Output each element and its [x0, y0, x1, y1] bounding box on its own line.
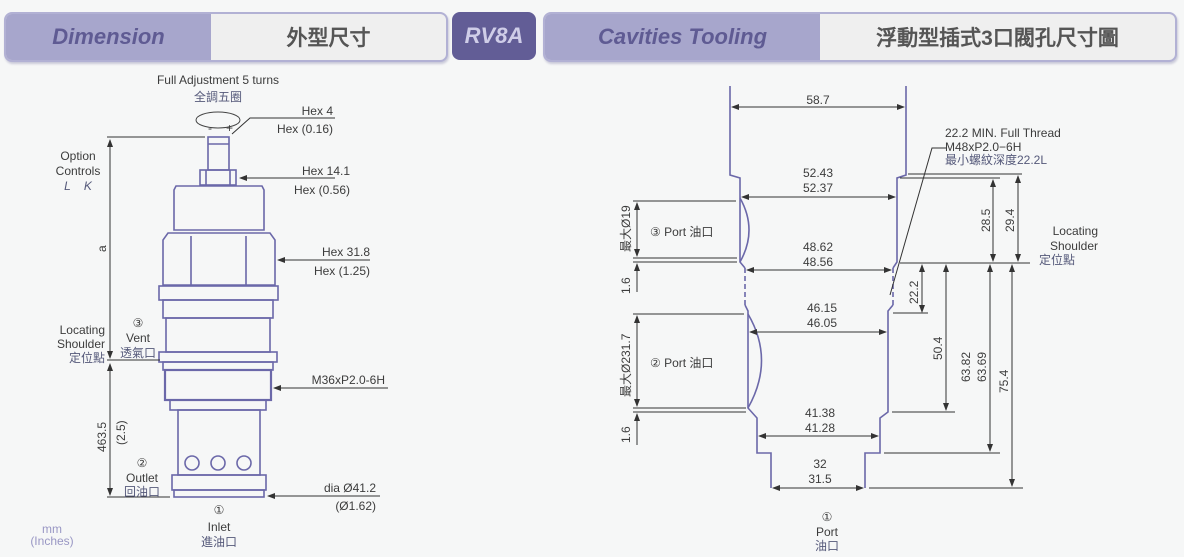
port2-label: ② Port 油口 [650, 356, 713, 370]
adjust-label: Full Adjustment 5 turns [157, 73, 279, 87]
dim-29-4: 29.4 [1003, 208, 1017, 232]
inlet-label: Inlet [208, 520, 231, 534]
diameter-label: dia Ø41.2 [324, 481, 376, 495]
dim-32: 32 [813, 457, 827, 471]
inlet-label-zh: 進油口 [201, 535, 237, 549]
adjust-label-zh: 全調五圈 [194, 89, 242, 104]
hex14-label: Hex 14.1 [302, 164, 350, 178]
port3-label: ③ Port 油口 [650, 225, 713, 239]
thread-depth-label: 22.2 MIN. Full Thread [945, 126, 1061, 140]
dim-75-4: 75.4 [997, 369, 1011, 393]
dim-52-37: 52.37 [803, 181, 833, 195]
dim-31-5: 31.5 [808, 472, 832, 486]
dim-52-43: 52.43 [803, 166, 833, 180]
dim-48-62: 48.62 [803, 240, 833, 254]
port2-max-dia: 最大Ø231.7 [619, 333, 633, 397]
minus-sign: - [208, 121, 212, 135]
dim-63-82: 63.82 [959, 352, 973, 382]
hex4-label: Hex 4 [302, 104, 334, 118]
cavity-shoulder-label-2: Shoulder [1050, 239, 1098, 253]
thread-depth-label-zh: 最小螺紋深度22.2L [945, 152, 1047, 167]
outlet-label: Outlet [126, 471, 159, 485]
dim-58-7: 58.7 [806, 93, 830, 107]
port1-label-zh: 油口 [815, 539, 839, 553]
diameter-inch-label: (Ø1.62) [335, 499, 376, 513]
dim-22-2: 22.2 [907, 280, 921, 304]
option-label: Option [60, 149, 95, 163]
controls-label: Controls [56, 164, 101, 178]
dim-46-15: 46.15 [807, 301, 837, 315]
option-codes: L K [64, 179, 93, 193]
outlet-port-number: ② [137, 456, 148, 470]
hex31-label: Hex 31.8 [322, 245, 370, 259]
dimension-a: a [95, 245, 109, 252]
thread-label: M36xP2.0-6H [312, 373, 385, 387]
length-inch: (2.5) [114, 420, 128, 445]
vent-port-number: ③ [133, 316, 144, 330]
shoulder-label-zh: 定位點 [69, 350, 105, 365]
dim-63-69: 63.69 [975, 352, 989, 382]
inlet-port-number: ① [214, 503, 225, 517]
shoulder-label-2: Shoulder [57, 337, 105, 351]
outlet-label-zh: 回油口 [124, 485, 160, 499]
technical-drawing: Full Adjustment 5 turns 全調五圈 - + Hex 4 H… [30, 73, 1098, 553]
plus-sign: + [226, 121, 233, 135]
port1-number: ① [822, 510, 833, 524]
cavity-shoulder-label-zh: 定位點 [1039, 252, 1075, 267]
valve-outline [158, 111, 279, 498]
cavity-shoulder-label: Locating [1053, 224, 1098, 238]
port3-max-dia: 最大Ø19 [619, 205, 633, 252]
length-mm: 463.5 [95, 422, 109, 452]
gap-1-6-upper: 1.6 [619, 277, 633, 294]
gap-1-6-lower: 1.6 [619, 426, 633, 443]
dim-46-05: 46.05 [807, 316, 837, 330]
cavity-labels: 58.7 52.43 52.37 48.62 48.56 46.15 46.05… [619, 93, 1098, 553]
dim-50-4: 50.4 [931, 336, 945, 360]
hex14-inch-label: Hex (0.56) [294, 183, 350, 197]
port1-label: Port [816, 525, 839, 539]
dim-48-56: 48.56 [803, 255, 833, 269]
dim-28-5: 28.5 [979, 208, 993, 232]
shoulder-label: Locating [60, 323, 105, 337]
dim-41-38: 41.38 [805, 406, 835, 420]
hex31-inch-label: Hex (1.25) [314, 264, 370, 278]
vent-label-zh: 透氣口 [120, 346, 156, 360]
hex4-inch-label: Hex (0.16) [277, 122, 333, 136]
dim-41-28: 41.28 [805, 421, 835, 435]
units-inch: (Inches) [30, 534, 73, 548]
thread-spec-label: M48xP2.0−6H [945, 140, 1021, 154]
vent-label: Vent [126, 331, 151, 345]
